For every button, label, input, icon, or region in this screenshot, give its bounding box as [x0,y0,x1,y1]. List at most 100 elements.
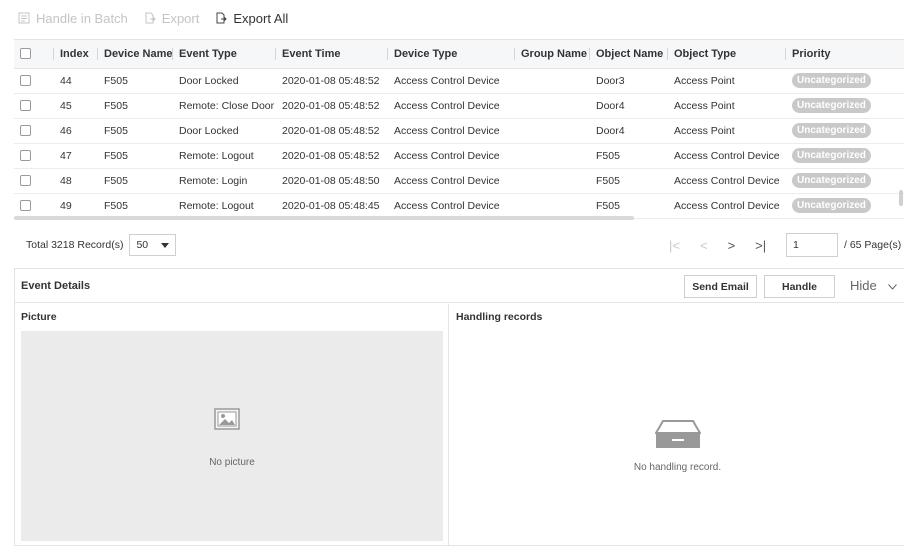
handling-records-section: Handling records No handling record. [450,304,904,546]
cell-event-type: Remote: Logout [173,143,276,169]
cell-priority: Uncategorized [786,193,904,219]
event-table: Index Device Name Event Type Event Time … [14,39,904,224]
table-row[interactable]: 46 F505 Door Locked 2020-01-08 05:48:52 Acce… [14,118,904,144]
cell-object-type: Access Control Device [668,193,786,219]
column-header-event-type-label: Event Type [179,47,237,60]
horizontal-scrollbar[interactable] [14,216,634,220]
cell-object-name: Door4 [590,118,668,144]
hide-toggle[interactable]: Hide [850,269,898,303]
export-all-button[interactable]: Export All [215,11,288,26]
no-picture-text: No picture [209,457,255,468]
cell-object-name: Door3 [590,68,668,94]
priority-badge: Uncategorized [792,73,871,88]
column-header-device-type[interactable]: Device Type [388,40,515,69]
cell-event-type: Remote: Logout [173,193,276,219]
row-checkbox[interactable] [20,100,31,112]
cell-index: 46 [54,118,98,144]
table-row[interactable]: 44 F505 Door Locked 2020-01-08 05:48:52 Acce… [14,68,904,94]
cell-group-name [515,143,590,169]
handle-in-batch-button[interactable]: Handle in Batch [18,11,128,26]
column-header-priority[interactable]: Priority [786,40,904,69]
cell-index: 44 [54,68,98,94]
cell-object-name: F505 [590,168,668,194]
row-checkbox-cell[interactable] [14,193,54,219]
row-checkbox[interactable] [20,75,31,87]
row-checkbox[interactable] [20,175,31,187]
column-header-object-type[interactable]: Object Type [668,40,786,69]
page-size-select[interactable]: 50 [129,234,177,256]
picture-section: Picture No picture [15,304,449,546]
cell-object-type: Access Point [668,118,786,144]
pagination: Total 3218 Record(s) 50 |< < > >| 1 / 65… [14,230,904,260]
batch-icon [18,12,30,24]
chevron-down-icon [888,283,898,290]
cell-device-name: F505 [98,68,173,94]
column-header-device-name-label: Device Name [104,47,173,60]
cell-device-name: F505 [98,168,173,194]
last-page-icon[interactable]: >| [755,238,766,253]
column-header-index[interactable]: Index [54,40,98,69]
send-email-button[interactable]: Send Email [684,275,757,298]
cell-device-name: F505 [98,118,173,144]
table-row[interactable]: 47 F505 Remote: Logout 2020-01-08 05:48:52 A… [14,143,904,169]
table-row[interactable]: 45 F505 Remote: Close Door 2020-01-08 05:48… [14,93,904,119]
cell-event-time: 2020-01-08 05:48:52 [276,118,388,144]
empty-tray-icon [655,420,701,448]
page-number-input[interactable]: 1 [786,233,838,257]
column-header-event-time[interactable]: Event Time [276,40,388,69]
column-header-group-name[interactable]: Group Name [515,40,590,69]
no-handling-record-text: No handling record. [633,462,722,473]
cell-index: 47 [54,143,98,169]
column-header-device-type-label: Device Type [394,47,458,60]
cell-priority: Uncategorized [786,118,904,144]
table-body: 44 F505 Door Locked 2020-01-08 05:48:52 Acce… [14,68,904,219]
export-label: Export [161,10,200,26]
cell-device-type: Access Control Device [388,68,515,94]
cell-priority: Uncategorized [786,168,904,194]
next-page-icon[interactable]: > [728,238,736,253]
column-header-device-name[interactable]: Device Name [98,40,173,69]
cell-device-type: Access Control Device [388,193,515,219]
column-header-object-name[interactable]: Object Name [590,40,668,69]
cell-object-name: F505 [590,143,668,169]
column-header-object-type-label: Object Type [674,47,737,60]
cell-group-name [515,118,590,144]
cell-priority: Uncategorized [786,93,904,119]
table-row[interactable]: 48 F505 Remote: Login 2020-01-08 05:48:50 Ac… [14,168,904,194]
priority-badge: Uncategorized [792,148,871,163]
vertical-scrollbar[interactable] [899,190,903,206]
cell-group-name [515,168,590,194]
picture-placeholder: No picture [21,331,443,541]
table-row[interactable]: 49 F505 Remote: Logout 2020-01-08 05:48:45 A… [14,193,904,219]
row-checkbox-cell[interactable] [14,118,54,144]
row-checkbox-cell[interactable] [14,68,54,94]
cell-event-type: Door Locked [173,118,276,144]
export-button[interactable]: Export [144,10,200,26]
first-page-icon[interactable]: |< [669,238,680,253]
cell-event-time: 2020-01-08 05:48:52 [276,143,388,169]
row-checkbox-cell[interactable] [14,143,54,169]
row-checkbox[interactable] [20,125,31,137]
select-all-checkbox[interactable] [20,48,31,60]
priority-badge: Uncategorized [792,173,871,188]
caret-down-icon [161,242,170,248]
cell-event-type: Remote: Close Door [173,93,276,119]
handle-in-batch-label: Handle in Batch [36,10,128,26]
prev-page-icon[interactable]: < [700,238,708,253]
cell-event-type: Remote: Login [173,168,276,194]
row-checkbox[interactable] [20,200,31,212]
select-all-cell[interactable] [14,40,54,69]
row-checkbox[interactable] [20,150,31,162]
event-details-header: Event Details Send Email Handle Hide [15,269,904,303]
column-header-index-label: Index [60,47,89,60]
cell-object-type: Access Control Device [668,143,786,169]
cell-index: 49 [54,193,98,219]
column-header-group-name-label: Group Name [521,47,588,60]
total-pages: / 65 Page(s) [844,239,902,251]
cell-object-type: Access Point [668,93,786,119]
row-checkbox-cell[interactable] [14,93,54,119]
row-checkbox-cell[interactable] [14,168,54,194]
handle-button[interactable]: Handle [764,275,835,298]
column-header-event-type[interactable]: Event Type [173,40,276,69]
export-all-label: Export All [233,10,289,26]
